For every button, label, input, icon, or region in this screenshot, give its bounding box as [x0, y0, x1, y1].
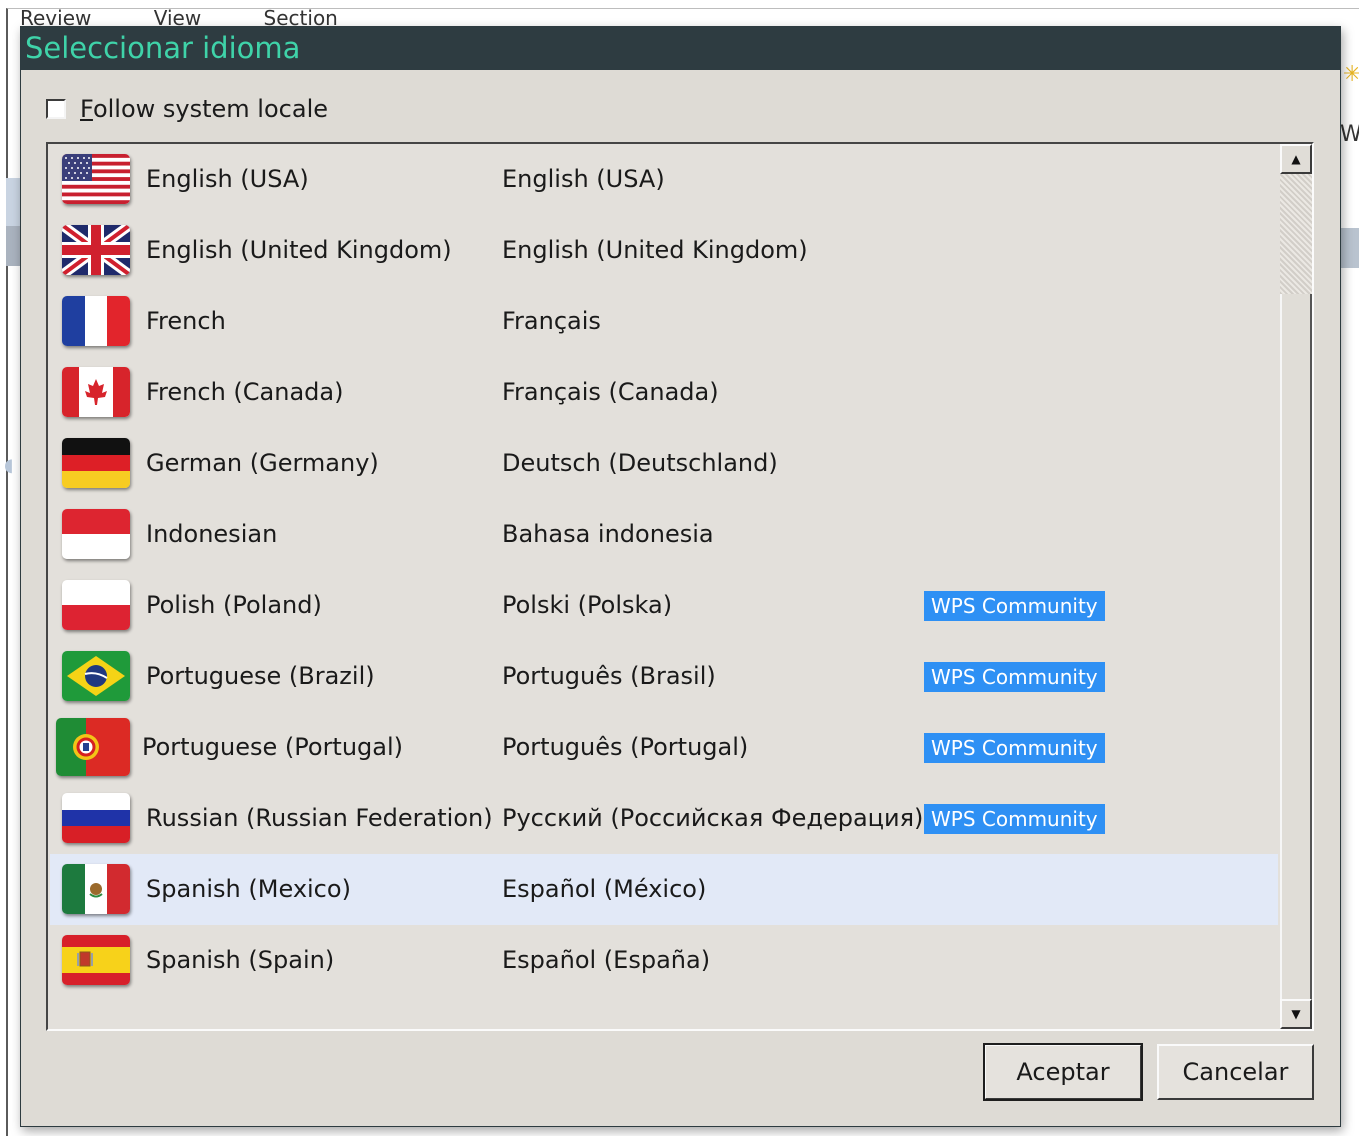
scroll-thumb[interactable]: [1280, 294, 1312, 999]
language-native-name: Русский (Российская Федерация): [502, 804, 924, 832]
language-row-spanish-spain[interactable]: Spanish (Spain) Español (España): [50, 925, 1278, 996]
flag-poland-icon: [62, 580, 130, 630]
flag-brazil-icon: [62, 651, 130, 701]
language-row-german[interactable]: German (Germany) Deutsch (Deutschland): [50, 428, 1278, 499]
language-english-name: Russian (Russian Federation): [146, 804, 493, 832]
wps-community-badge[interactable]: WPS Community: [924, 591, 1105, 621]
language-native-name: English (USA): [502, 165, 665, 193]
language-row-portuguese-brazil[interactable]: Portuguese (Brazil) Português (Brasil) W…: [50, 641, 1278, 712]
menu-section[interactable]: Section: [264, 6, 338, 28]
flag-uk-icon: [62, 225, 130, 275]
language-row-french-canada[interactable]: French (Canada) Français (Canada): [50, 357, 1278, 428]
language-row-indonesian[interactable]: Indonesian Bahasa indonesia: [50, 499, 1278, 570]
scroll-up-button[interactable]: ▲: [1280, 144, 1312, 174]
arrow-up-icon: ▲: [1291, 152, 1301, 166]
background-menubar: Review View Section: [20, 6, 394, 28]
menu-view[interactable]: View: [154, 6, 201, 28]
wps-community-badge[interactable]: WPS Community: [924, 733, 1105, 763]
flag-portugal-icon: [56, 718, 130, 776]
flag-indonesia-icon: [62, 509, 130, 559]
flag-canada-icon: [62, 367, 130, 417]
language-native-name: Français: [502, 307, 601, 335]
arrow-down-icon: ▼: [1291, 1007, 1301, 1021]
flag-france-icon: [62, 296, 130, 346]
language-row-russian[interactable]: Russian (Russian Federation) Русский (Ро…: [50, 783, 1278, 854]
language-english-name: German (Germany): [146, 449, 379, 477]
scroll-track-upper[interactable]: [1280, 174, 1312, 294]
language-english-name: English (United Kingdom): [146, 236, 452, 264]
language-native-name: Español (España): [502, 946, 711, 974]
language-dialog: Seleccionar idioma Follow system locale: [20, 26, 1341, 1127]
flag-usa-icon: [62, 154, 130, 204]
language-english-name: Spanish (Mexico): [146, 875, 351, 903]
language-native-name: Português (Brasil): [502, 662, 716, 690]
background-text-fragment: W: [1340, 122, 1359, 147]
language-native-name: Português (Portugal): [502, 733, 749, 761]
language-english-name: Spanish (Spain): [146, 946, 335, 974]
language-native-name: Polski (Polska): [502, 591, 673, 619]
background-left-icon: ◖: [4, 455, 14, 476]
language-row-polish[interactable]: Polish (Poland) Polski (Polska) WPS Comm…: [50, 570, 1278, 641]
language-row-english-usa[interactable]: English (USA) English (USA): [50, 144, 1278, 215]
follow-system-locale-label[interactable]: Follow system locale: [80, 95, 328, 123]
language-english-name: Portuguese (Portugal): [142, 733, 404, 761]
language-native-name: Español (México): [502, 875, 707, 903]
wps-community-badge[interactable]: WPS Community: [924, 804, 1105, 834]
language-english-name: Indonesian: [146, 520, 278, 548]
language-list[interactable]: English (USA) English (USA) English (Uni…: [46, 142, 1314, 1031]
follow-system-locale[interactable]: Follow system locale: [46, 93, 328, 125]
background-right-bar: [1341, 228, 1359, 268]
language-native-name: Français (Canada): [502, 378, 719, 406]
scroll-down-button[interactable]: ▼: [1280, 999, 1312, 1029]
menu-review[interactable]: Review: [20, 6, 91, 28]
language-row-french[interactable]: French Français: [50, 286, 1278, 357]
background-sun-icon: ✳: [1343, 62, 1359, 87]
flag-spain-icon: [62, 935, 130, 985]
language-english-name: Portuguese (Brazil): [146, 662, 375, 690]
wps-community-badge[interactable]: WPS Community: [924, 662, 1105, 692]
language-english-name: Polish (Poland): [146, 591, 322, 619]
language-native-name: Bahasa indonesia: [502, 520, 714, 548]
flag-germany-icon: [62, 438, 130, 488]
language-english-name: English (USA): [146, 165, 309, 193]
dialog-title[interactable]: Seleccionar idioma: [21, 27, 1340, 70]
flag-mexico-icon: [62, 864, 130, 914]
flag-russia-icon: [62, 793, 130, 843]
language-row-spanish-mexico[interactable]: Spanish (Mexico) Español (México): [50, 854, 1278, 925]
language-native-name: Deutsch (Deutschland): [502, 449, 778, 477]
cancel-button[interactable]: Cancelar: [1157, 1044, 1314, 1100]
list-scrollbar[interactable]: ▲ ▼: [1280, 144, 1312, 1029]
language-english-name: French: [146, 307, 226, 335]
language-row-english-uk[interactable]: English (United Kingdom) English (United…: [50, 215, 1278, 286]
accept-button[interactable]: Aceptar: [983, 1043, 1143, 1101]
language-english-name: French (Canada): [146, 378, 344, 406]
language-row-portuguese-portugal[interactable]: Portuguese (Portugal) Português (Portuga…: [50, 712, 1278, 783]
follow-system-locale-checkbox[interactable]: [46, 99, 66, 119]
language-native-name: English (United Kingdom): [502, 236, 808, 264]
